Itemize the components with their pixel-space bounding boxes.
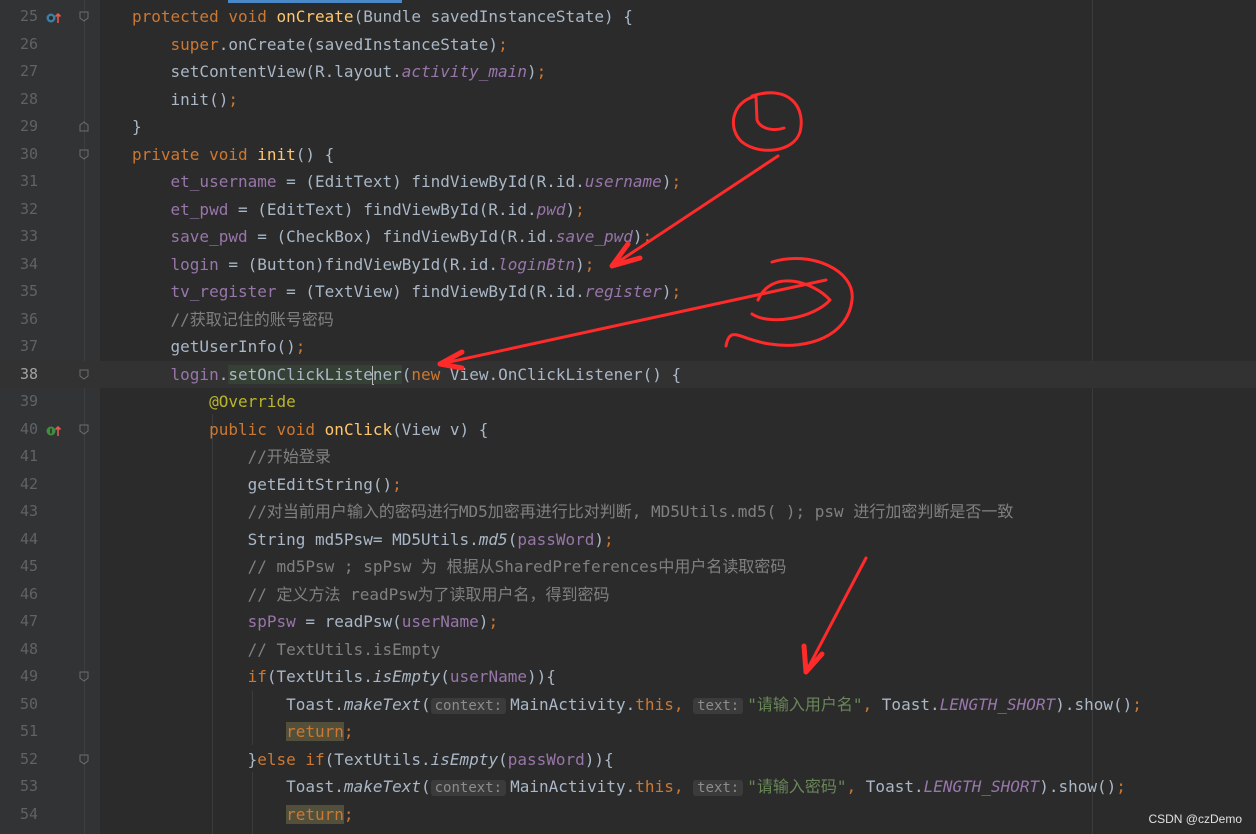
watermark: CSDN @czDemo (1148, 812, 1242, 826)
red-annotations (437, 91, 868, 675)
arrow-2-line (438, 278, 828, 366)
arrow-3-line (804, 556, 868, 674)
arrow-1-line (610, 154, 780, 268)
circle-number-1 (732, 91, 803, 152)
circle-number-2 (724, 256, 854, 348)
